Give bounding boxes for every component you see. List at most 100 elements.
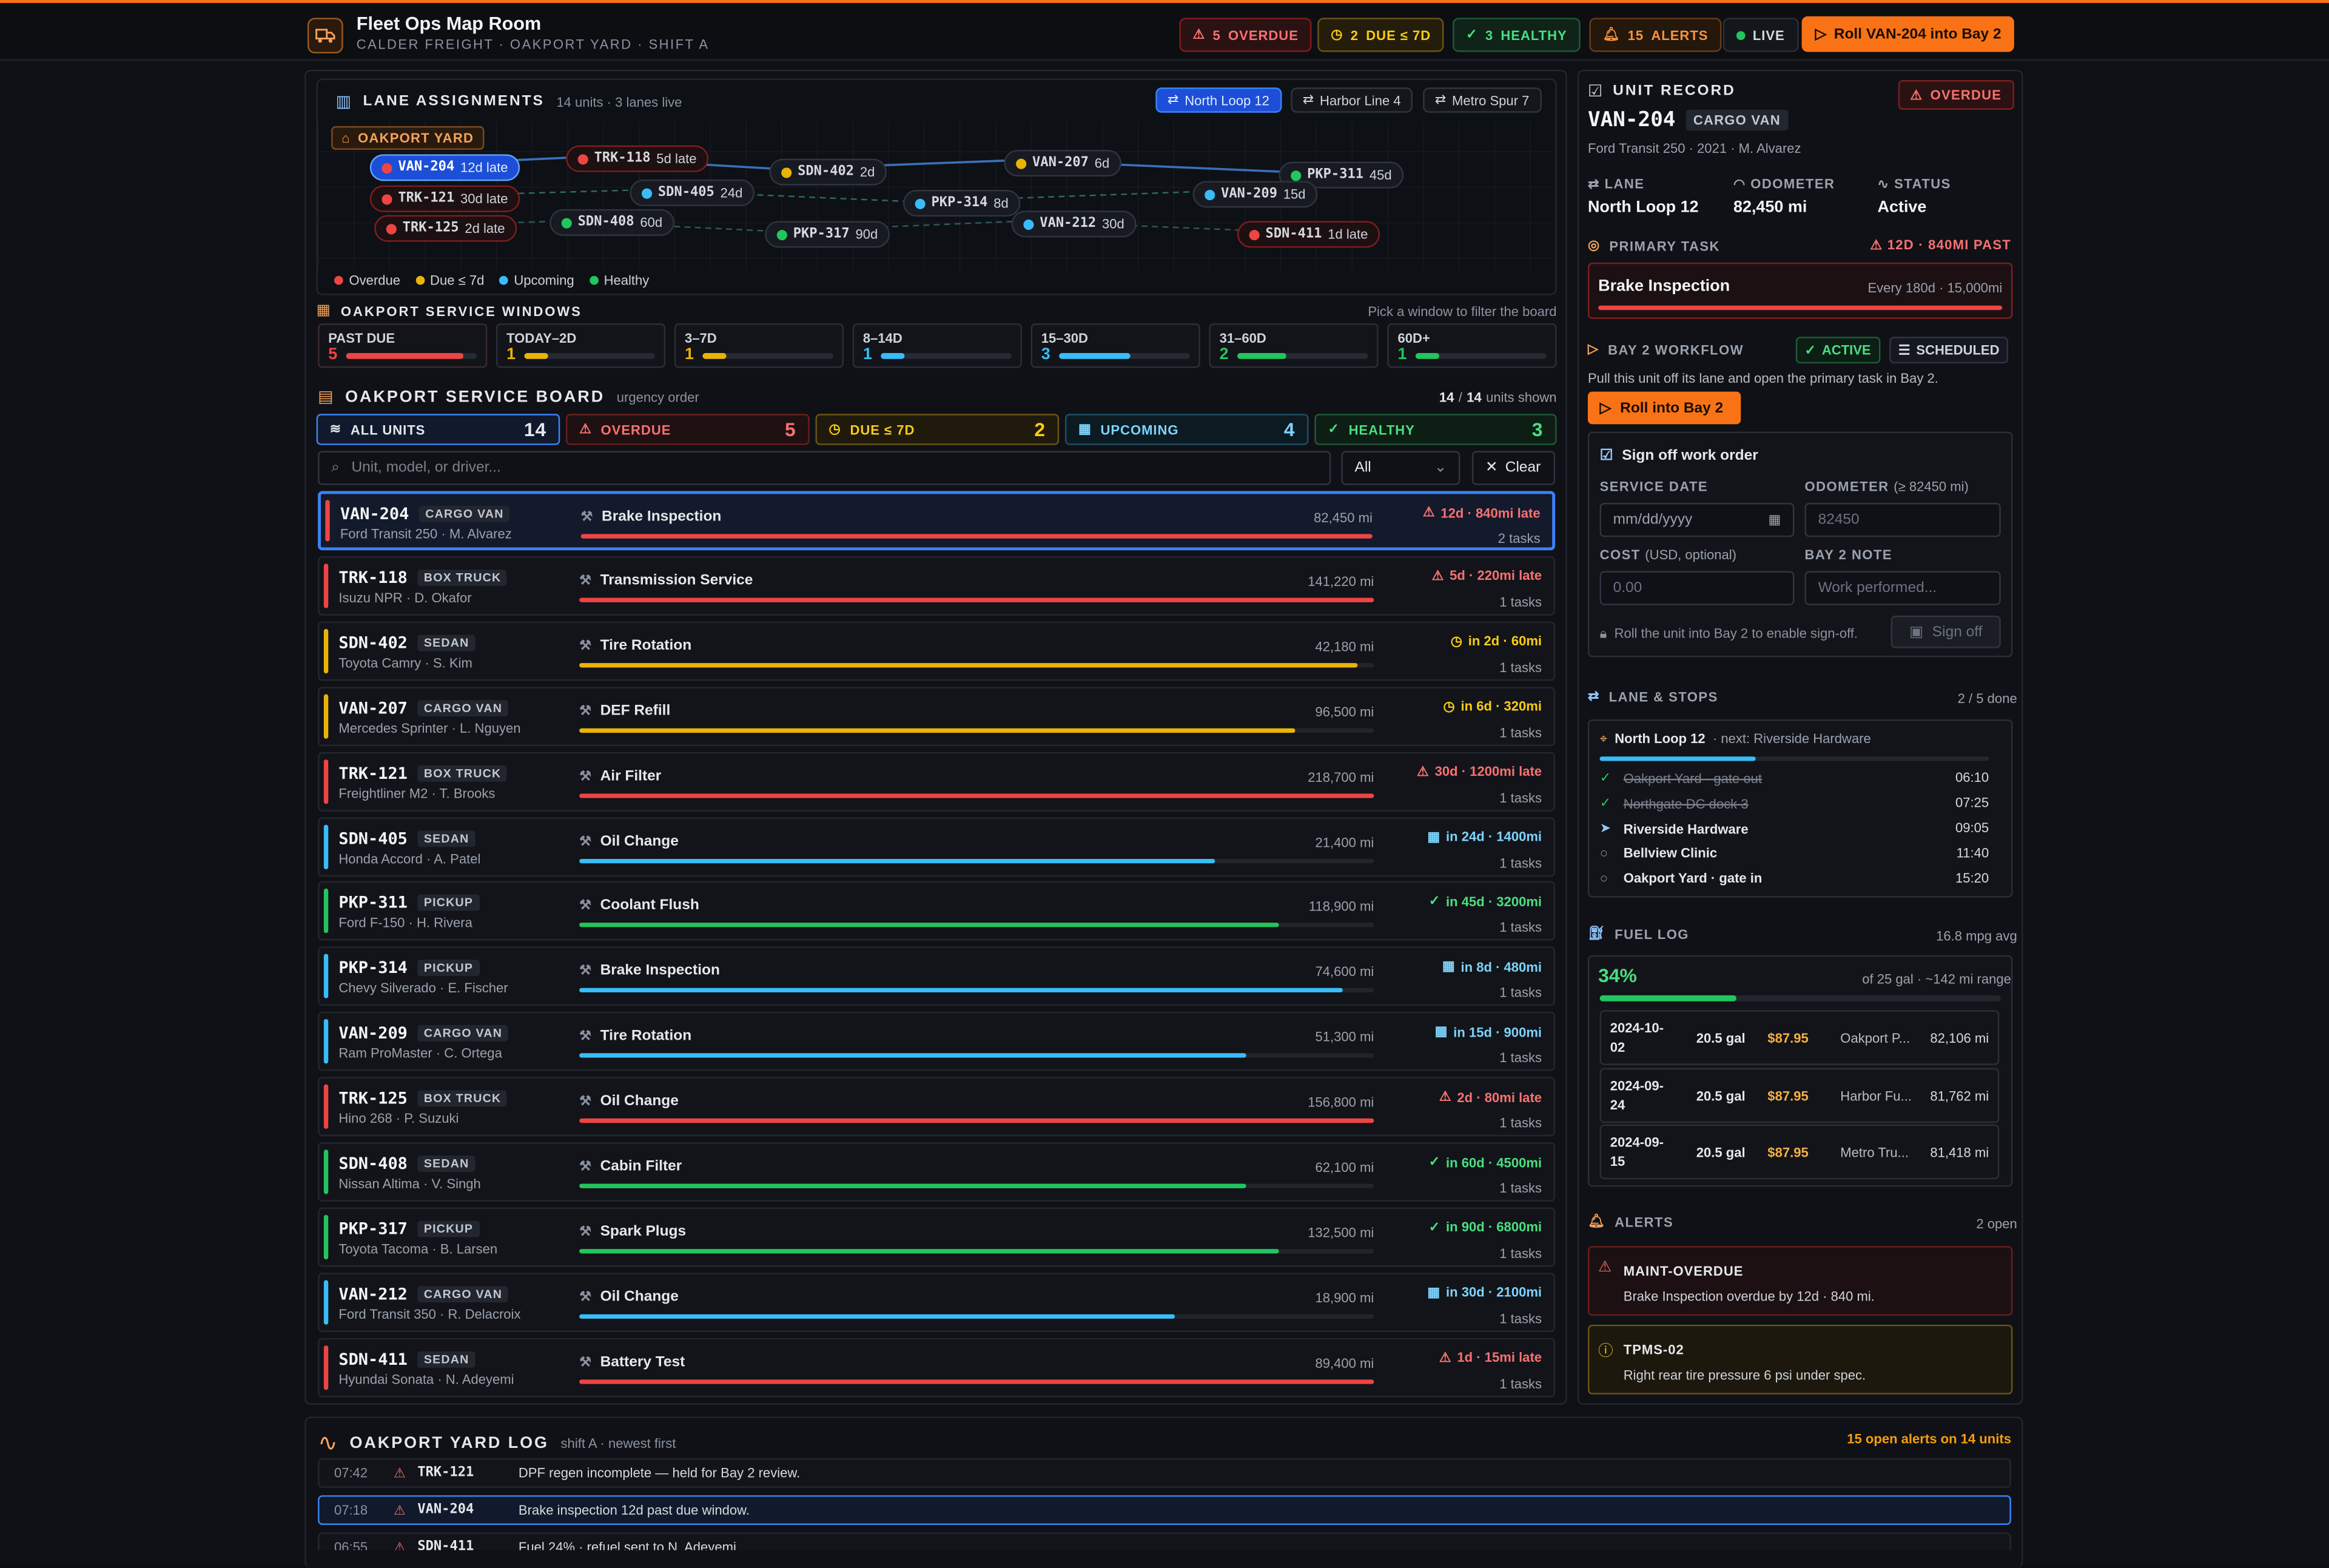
bay-note-label: BAY 2 NOTE: [1804, 547, 1893, 562]
service-progress-bar: [579, 858, 1374, 863]
wrench-icon: ⚒: [579, 1158, 591, 1174]
table-row[interactable]: TRK-125 BOX TRUCK Hino 268 · P. Suzuki ⚒ Oil…: [318, 1077, 1556, 1137]
bay-active-toggle[interactable]: ✓ ACTIVE: [1795, 337, 1880, 364]
lane-chip-metro-spur[interactable]: ⇄ Metro Spur 7: [1423, 87, 1542, 113]
lane-node[interactable]: PKP-317 90d: [765, 221, 890, 248]
overdue-pill[interactable]: ⚠ 5 OVERDUE: [1179, 18, 1312, 52]
tab-healthy[interactable]: ✓ HEALTHY 3: [1314, 414, 1557, 445]
service-window-button[interactable]: 31–60D 2: [1209, 323, 1379, 368]
lane-node[interactable]: SDN-411 1d late: [1237, 221, 1380, 248]
lane-node[interactable]: VAN-207 6d: [1004, 149, 1121, 177]
table-row[interactable]: SDN-411 SEDAN Hyundai Sonata · N. Adeyemi ⚒…: [318, 1338, 1556, 1397]
log-entry[interactable]: 07:18 ⚠ VAN-204 Brake inspection 12d past d…: [318, 1495, 2011, 1525]
fuel-level-bar: [1599, 995, 2001, 1001]
stop-item[interactable]: ✓ Northgate DC dock 3 07:25: [1600, 795, 1989, 812]
service-window-button[interactable]: TODAY–2D 1: [496, 323, 666, 368]
fuel-entry[interactable]: 2024-09- 15 20.5 gal $87.95 Metro Tru... 81,4…: [1599, 1124, 2000, 1180]
service-date-input[interactable]: mm/dd/yyyy ▦: [1599, 503, 1795, 537]
stop-item[interactable]: ✓ Oakport Yard · gate out 06:10: [1600, 770, 1989, 786]
bay-scheduled-toggle[interactable]: ☰ SCHEDULED: [1889, 337, 2009, 364]
lane-node[interactable]: VAN-204 12d late: [369, 154, 520, 181]
odometer-input[interactable]: 82450: [1804, 503, 2001, 537]
table-row[interactable]: SDN-402 SEDAN Toyota Camry · S. Kim ⚒ Tire R…: [318, 621, 1556, 681]
service-progress-bar: [579, 727, 1374, 733]
lane-node[interactable]: TRK-118 5d late: [566, 145, 709, 172]
primary-task-card[interactable]: Brake Inspection Every 180d · 15,000mi: [1587, 262, 2013, 319]
status-dot-icon: [1291, 170, 1302, 181]
service-status: 1d · 15mi late: [1457, 1350, 1542, 1365]
lane-chip-north-loop[interactable]: ⇄ North Loop 12: [1155, 87, 1282, 113]
map-legend: Overdue Due ≤ 7d Upcoming Healthy: [334, 273, 649, 288]
alert-card[interactable]: ⓘ TPMS-02 Right rear tire pressure 6 psi…: [1587, 1324, 2013, 1395]
table-row[interactable]: PKP-317 PICKUP Toyota Tacoma · B. Larsen ⚒ S…: [318, 1207, 1556, 1267]
window-bar: [1059, 353, 1190, 359]
fuel-entry[interactable]: 2024-09- 24 20.5 gal $87.95 Harbor Fu... 81,7…: [1599, 1067, 2000, 1123]
lane-node[interactable]: SDN-408 60d: [549, 209, 674, 236]
stop-time: 15:20: [1955, 870, 1989, 886]
lane-node[interactable]: SDN-402 2d: [769, 158, 887, 186]
table-row[interactable]: VAN-212 CARGO VAN Ford Transit 350 · R. De…: [318, 1272, 1556, 1332]
fuel-entry[interactable]: 2024-10- 02 20.5 gal $87.95 Oakport P... 82,1…: [1599, 1010, 2000, 1065]
sign-off-button[interactable]: ▣ Sign off: [1890, 615, 2001, 648]
table-row[interactable]: PKP-311 PICKUP Ford F-150 · H. Rivera ⚒ Cool…: [318, 881, 1556, 941]
lane-node[interactable]: PKP-314 8d: [902, 190, 1021, 217]
table-row[interactable]: TRK-118 BOX TRUCK Isuzu NPR · D. Okafor ⚒ Tr…: [318, 556, 1556, 616]
table-row[interactable]: VAN-204 CARGO VAN Ford Transit 250 · M. Al…: [318, 491, 1556, 551]
roll-into-bay-button[interactable]: ▷ Roll VAN-204 into Bay 2: [1801, 16, 2015, 52]
unit-id: VAN-207: [338, 698, 408, 718]
lane-node[interactable]: TRK-121 30d late: [369, 185, 520, 212]
lane-node[interactable]: VAN-209 15d: [1192, 181, 1318, 208]
table-row[interactable]: VAN-207 CARGO VAN Mercedes Sprinter · L. N…: [318, 686, 1556, 746]
log-entry[interactable]: 07:42 ⚠ TRK-121 DPF regen incomplete — held…: [318, 1458, 2011, 1488]
table-row[interactable]: PKP-314 PICKUP Chevy Silverado · E. Fische…: [318, 946, 1556, 1006]
service-window-button[interactable]: PAST DUE 5: [318, 323, 488, 368]
log-entry[interactable]: 06:55 ⚠ SDN-411 Fuel 24% · refuel sent to N…: [318, 1532, 2011, 1550]
status-filter-select[interactable]: All ⌄: [1341, 451, 1460, 485]
tab-overdue[interactable]: ⚠ OVERDUE 5: [566, 414, 810, 445]
stop-item[interactable]: ○ Bellview Clinic 11:40: [1600, 846, 1989, 860]
service-window-button[interactable]: 60D+ 1: [1387, 323, 1557, 368]
lane-chip-harbor-line[interactable]: ⇄ Harbor Line 4: [1291, 87, 1413, 113]
unit-type: BOX TRUCK: [418, 1090, 508, 1107]
task-count: 1 tasks: [1499, 1180, 1542, 1196]
lane-node[interactable]: TRK-125 2d late: [374, 215, 517, 242]
tab-upcoming[interactable]: ▦ UPCOMING 4: [1064, 414, 1309, 445]
service-window-button[interactable]: 15–30D 3: [1030, 323, 1200, 368]
clock-icon: ◷: [1450, 633, 1463, 648]
service-window-button[interactable]: 3–7D 1: [674, 323, 844, 368]
service-status: 2d · 80mi late: [1457, 1089, 1542, 1105]
search-input[interactable]: ⌕ Unit, model, or driver...: [318, 451, 1331, 485]
due-pill[interactable]: ◷ 2 DUE ≤ 7D: [1317, 18, 1445, 52]
stop-item[interactable]: ○ Oakport Yard · gate in 15:20: [1600, 871, 1989, 886]
cost-input[interactable]: 0.00: [1599, 571, 1795, 605]
status-dot-icon: [781, 167, 792, 178]
check-circle-icon: ✓: [1428, 893, 1440, 909]
clear-button[interactable]: ✕ Clear: [1471, 451, 1556, 485]
tab-all-units[interactable]: ≋ ALL UNITS 14: [316, 414, 560, 445]
table-row[interactable]: SDN-408 SEDAN Nissan Altima · V. Singh ⚒ Cab…: [318, 1142, 1556, 1202]
route-icon: ⇄: [1587, 688, 1600, 704]
stop-name: Northgate DC dock 3: [1623, 796, 1749, 811]
task-name: Coolant Flush: [600, 898, 699, 915]
healthy-pill[interactable]: ✓ 3 HEALTHY: [1453, 18, 1581, 52]
stop-item[interactable]: ➤ Riverside Hardware 09:05: [1600, 820, 1989, 836]
roll-into-bay-2-button[interactable]: ▷ Roll into Bay 2: [1587, 391, 1741, 425]
calendar-icon: ▦: [1442, 958, 1455, 974]
lane-node[interactable]: VAN-212 30d: [1011, 210, 1137, 238]
alert-card[interactable]: ⚠ MAINT-OVERDUE Brake Inspection overdue…: [1587, 1246, 2013, 1316]
table-row[interactable]: SDN-405 SEDAN Honda Accord · A. Patel ⚒ Oil …: [318, 816, 1556, 877]
clipboard-icon: ▤: [318, 388, 334, 407]
unit-id: PKP-317: [338, 1219, 408, 1239]
service-window-button[interactable]: 8–14D 1: [852, 323, 1022, 368]
service-status: in 15d · 900mi: [1453, 1025, 1542, 1040]
bay-note-input[interactable]: Work performed...: [1804, 571, 2001, 605]
wrench-icon: ⚒: [579, 898, 591, 913]
alerts-pill[interactable]: 🔔︎ 15 ALERTS: [1589, 18, 1722, 52]
table-row[interactable]: VAN-209 CARGO VAN Ram ProMaster · C. Orteg…: [318, 1012, 1556, 1072]
lane-node[interactable]: SDN-405 24d: [630, 179, 755, 206]
unit-model: Ford Transit 250 · M. Alvarez: [340, 527, 512, 542]
tab-due[interactable]: ◷ DUE ≤ 7D 2: [815, 414, 1060, 445]
table-row[interactable]: TRK-121 BOX TRUCK Freightliner M2 · T. Bro…: [318, 751, 1556, 811]
stop-name: Oakport Yard · gate out: [1623, 770, 1763, 786]
unit-type: PICKUP: [418, 960, 480, 977]
